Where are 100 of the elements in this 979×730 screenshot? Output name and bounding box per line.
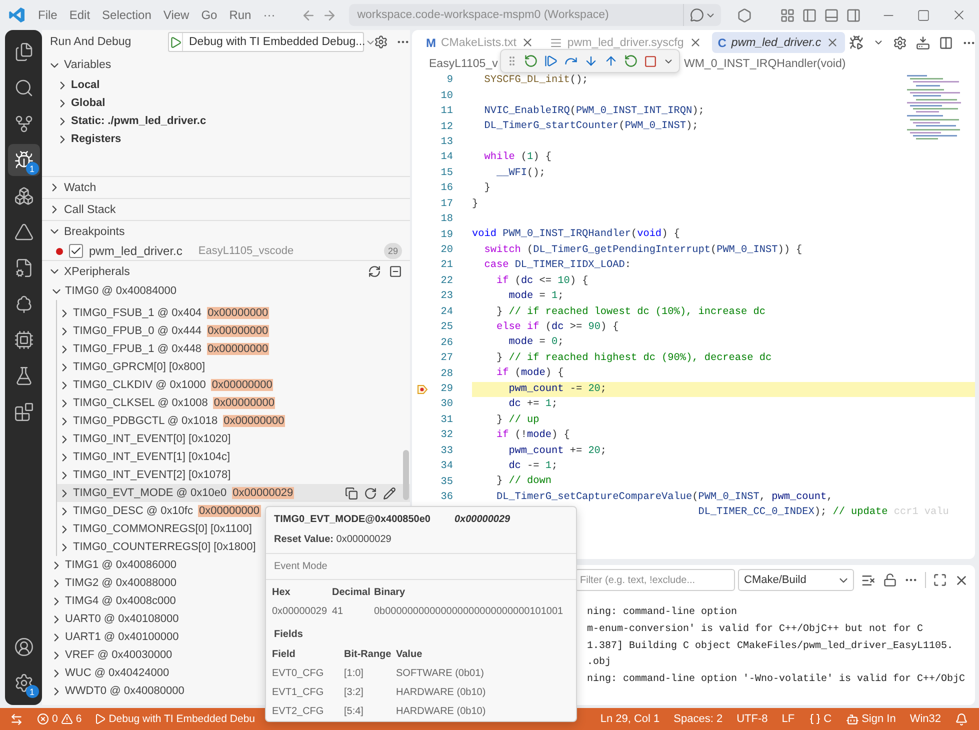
- cursor-position[interactable]: Ln 29, Col 1: [595, 713, 665, 725]
- tree-item[interactable]: TIMG0_FPUB_1 @ 0x448 0x00000000: [57, 340, 410, 358]
- tree-item[interactable]: TIMG0_EVT_MODE @ 0x10e0 0x00000029: [57, 484, 410, 502]
- breakpoint-item[interactable]: pwm_led_driver.c EasyL1105_vscode 29: [42, 242, 410, 260]
- close-icon[interactable]: [688, 36, 702, 49]
- table-cell-text: [3:2]: [344, 687, 364, 698]
- tree-item[interactable]: TIMG0_GPRCM[0] [0x800]: [57, 358, 410, 376]
- output-channel-dropdown[interactable]: CMake/Build: [738, 569, 854, 591]
- edit-icon[interactable]: [383, 486, 396, 500]
- app-logo-icon: [8, 6, 26, 24]
- play-icon: [169, 36, 182, 48]
- maximize-icon[interactable]: [917, 8, 930, 22]
- peripheral-label: TIMG1 @ 0x40086000: [65, 559, 176, 571]
- activity-bar-item[interactable]: 1: [8, 144, 40, 176]
- line-ending[interactable]: LF: [776, 713, 800, 725]
- breadcrumb-item[interactable]: EasyL1105_v: [429, 55, 500, 73]
- refresh-icon[interactable]: [364, 486, 377, 500]
- scrollbar-thumb[interactable]: [403, 450, 409, 500]
- play-icon: [94, 713, 106, 725]
- menu-item[interactable]: Go: [201, 8, 218, 22]
- language-mode[interactable]: C: [804, 713, 837, 725]
- menu-item[interactable]: ···: [263, 8, 276, 22]
- tree-item[interactable]: Local: [42, 76, 410, 94]
- section-header[interactable]: Call Stack: [42, 198, 410, 220]
- checkbox[interactable]: [69, 244, 83, 258]
- stop-icon[interactable]: [644, 54, 657, 68]
- toggle-secondary-sidebar-icon[interactable]: [846, 8, 861, 22]
- unlock-icon[interactable]: [883, 573, 897, 587]
- editor-tab[interactable]: C pwm_led_driver.c: [712, 32, 846, 53]
- tree-item[interactable]: TIMG0_FPUB_0 @ 0x444 0x00000000: [57, 322, 410, 340]
- menu-item[interactable]: View: [163, 8, 190, 22]
- tree-item[interactable]: TIMG0_INT_EVENT[2] [0x1078]: [57, 466, 410, 484]
- section-header[interactable]: Variables: [42, 54, 410, 76]
- close-icon[interactable]: [826, 36, 840, 49]
- run-debug-icon[interactable]: [849, 35, 864, 50]
- menu-item[interactable]: Selection: [102, 8, 152, 22]
- tree-item[interactable]: TIMG0_PDBGCTL @ 0x1018 0x00000000: [57, 412, 410, 430]
- register-label: TIMG0_COUNTERREGS[0] [0x1800]: [73, 541, 256, 553]
- split-editor-icon[interactable]: [939, 36, 954, 50]
- toggle-sidebar-icon[interactable]: [802, 8, 817, 22]
- section-header[interactable]: Watch: [42, 176, 410, 198]
- filter-field[interactable]: Filter (e.g. text, !exclude...: [575, 569, 735, 591]
- tree-item[interactable]: TIMG0_INT_EVENT[1] [0x104c]: [57, 448, 410, 466]
- section-header[interactable]: XPeripherals: [42, 260, 410, 282]
- line-number: 11: [440, 106, 454, 118]
- encoding[interactable]: UTF-8: [732, 713, 773, 725]
- launch-config-dropdown[interactable]: Debug with TI Embedded Debug...: [183, 36, 382, 48]
- clear-output-icon[interactable]: [861, 572, 876, 588]
- step-into-icon[interactable]: [584, 54, 598, 68]
- line-number: 29: [440, 384, 454, 395]
- line-number: 31: [440, 414, 454, 426]
- menu-item[interactable]: Edit: [69, 8, 90, 22]
- chat-menu-button[interactable]: [683, 4, 722, 26]
- breadcrumb-item[interactable]: WM_0_INST_IRQHandler(void): [684, 55, 846, 73]
- tree-item[interactable]: TIMG0_FSUB_1 @ 0x404 0x00000000: [57, 304, 410, 322]
- section-header[interactable]: Breakpoints: [42, 220, 410, 242]
- hexagon-icon[interactable]: [737, 8, 752, 22]
- step-out-icon[interactable]: [604, 54, 618, 68]
- activity-bar-item[interactable]: 1: [8, 667, 40, 699]
- sign-in-button[interactable]: Sign In: [840, 712, 901, 726]
- settings-icon[interactable]: [374, 35, 388, 49]
- close-icon[interactable]: [521, 36, 534, 49]
- code-line: if (!mode) {: [496, 428, 570, 444]
- refresh-icon[interactable]: [368, 265, 381, 278]
- toggle-panel-icon[interactable]: [824, 8, 839, 22]
- peripheral-label: WUC @ 0x40424000: [65, 667, 170, 679]
- tree-item[interactable]: Registers: [42, 130, 410, 148]
- start-debugging-button[interactable]: [169, 33, 183, 51]
- problems-button[interactable]: 0 6: [32, 713, 87, 725]
- table-cell-text: 41: [332, 606, 344, 617]
- tree-item[interactable]: Global: [42, 94, 410, 112]
- menu-item[interactable]: File: [38, 8, 58, 22]
- restart-icon[interactable]: [524, 54, 538, 68]
- platform[interactable]: Win32: [904, 713, 946, 725]
- code-line: } // down: [496, 474, 552, 490]
- line-number: 20: [440, 245, 454, 256]
- tree-item[interactable]: TIMG0_CLKDIV @ 0x1000 0x00000000: [57, 376, 410, 394]
- editor-tab[interactable]: M CMakeLists.txt: [420, 32, 540, 53]
- debug-config-button[interactable]: Debug with TI Embedded Debu: [88, 713, 260, 725]
- tree-item[interactable]: TIMG0_INT_EVENT[0] [0x1020]: [57, 430, 410, 448]
- maximize-icon[interactable]: [933, 573, 947, 587]
- register-label: TIMG0_DESC @ 0x10fc: [73, 505, 193, 517]
- menu-item[interactable]: Run: [229, 8, 252, 22]
- restart-icon[interactable]: [624, 54, 638, 68]
- file-type-icon: C: [718, 36, 726, 50]
- collapse-all-icon[interactable]: [389, 265, 402, 278]
- tree-item[interactable]: TIMG0 @ 0x40084000: [42, 282, 410, 300]
- continue-icon[interactable]: [544, 54, 558, 68]
- download-icon[interactable]: [916, 36, 930, 50]
- settings-icon[interactable]: [893, 36, 908, 50]
- code-line: mode = 1;: [508, 290, 564, 304]
- tree-item[interactable]: TIMG0_CLKSEL @ 0x1008 0x00000000: [57, 394, 410, 412]
- variable-scope: Static: ./pwm_led_driver.c: [71, 115, 206, 127]
- layout-icon[interactable]: [780, 8, 795, 22]
- register-value: 0x00000000: [212, 397, 276, 409]
- copy-icon[interactable]: [345, 486, 358, 500]
- table-cell-text: EVT1_CFG: [272, 687, 325, 698]
- section-title: XPeripherals: [64, 266, 130, 278]
- indentation[interactable]: Spaces: 2: [668, 713, 728, 725]
- tree-item[interactable]: Static: ./pwm_led_driver.c: [42, 112, 410, 130]
